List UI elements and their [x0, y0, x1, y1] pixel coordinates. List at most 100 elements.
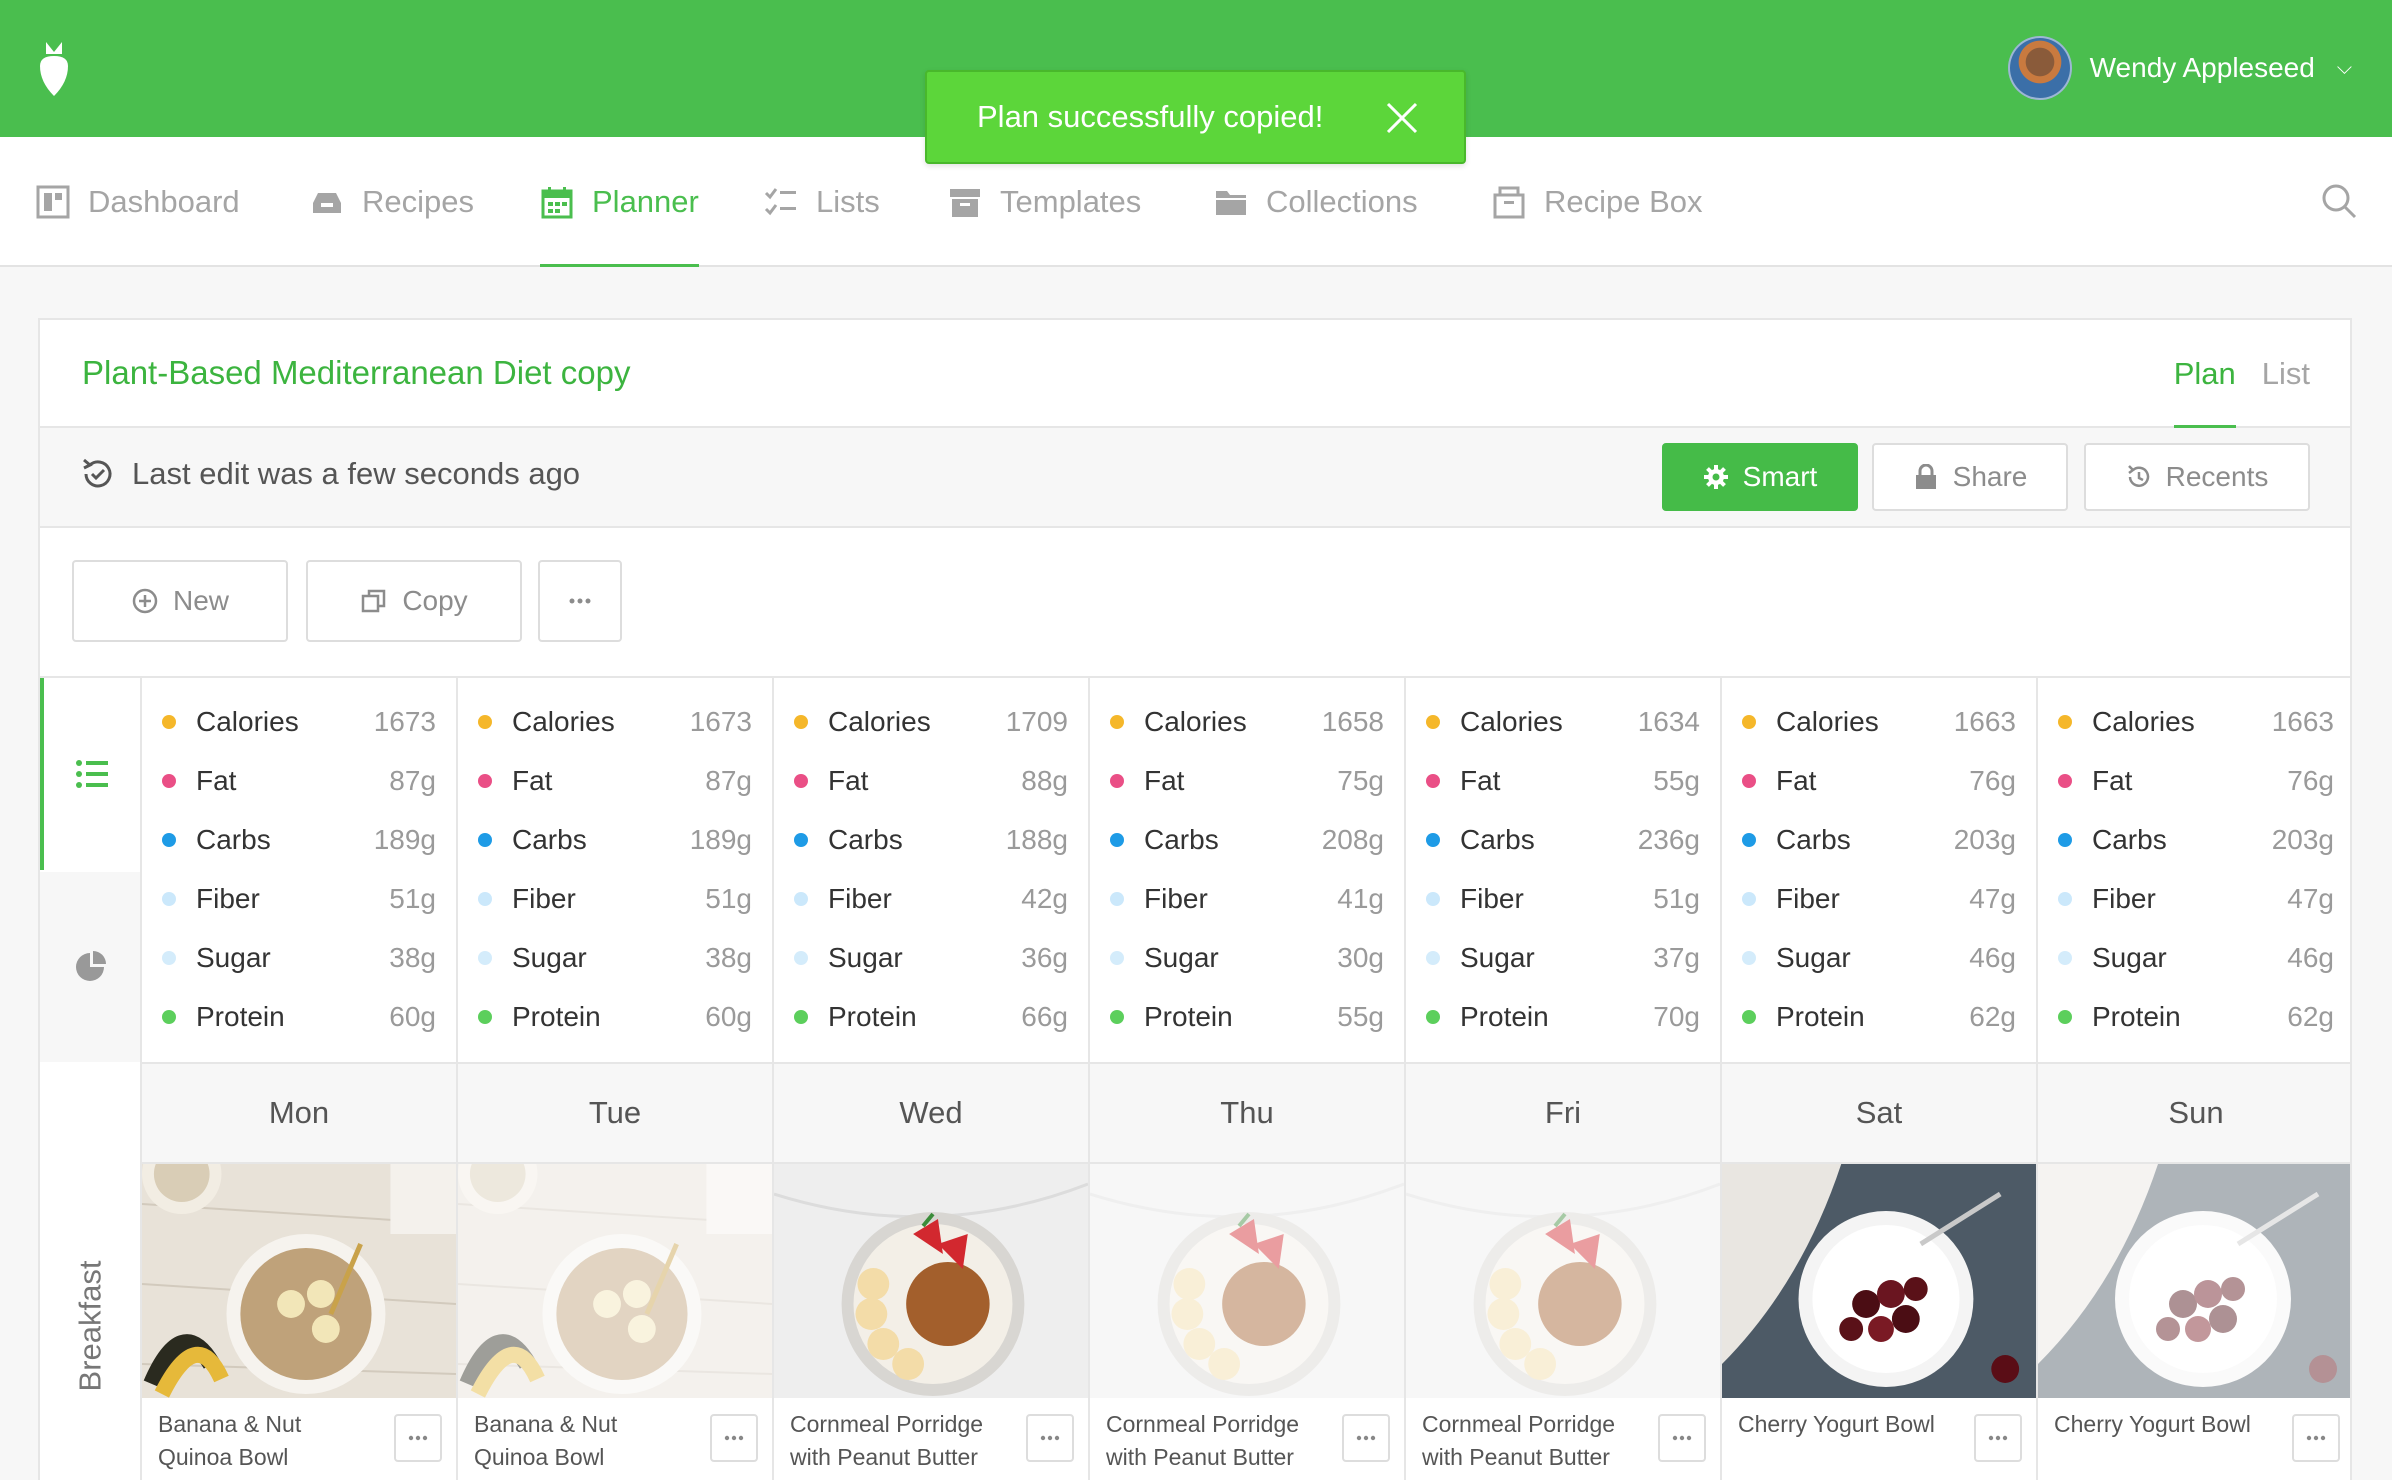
nutrient-value: 47g [1969, 882, 2016, 914]
nutrient-dot-icon [1742, 1009, 1756, 1024]
plan-title[interactable]: Plant-Based Mediterranean Diet copy [82, 354, 630, 392]
recipe-name[interactable]: Cornmeal Porridge with Peanut Butter [1422, 1408, 1642, 1474]
nutrient-label: Sugar [1460, 941, 1535, 973]
ellipsis-icon [1672, 1435, 1692, 1441]
recents-button[interactable]: Recents [2084, 443, 2310, 511]
nutrient-row: Calories 1634 [1406, 692, 1720, 751]
new-label: New [172, 585, 229, 616]
calendar-icon [541, 187, 573, 219]
nutrient-dot-icon [794, 950, 808, 965]
recipe-more-button[interactable] [394, 1414, 442, 1462]
nutrient-value: 75g [1337, 764, 1384, 796]
search-icon[interactable] [2320, 182, 2358, 220]
nutrient-row: Calories 1673 [458, 692, 772, 751]
recipe-photo[interactable] [1090, 1164, 1404, 1398]
nutrient-value: 62g [2287, 1000, 2334, 1032]
nutrient-value: 236g [1637, 823, 1700, 855]
more-options-button[interactable] [538, 560, 622, 642]
nav-recipes[interactable]: Recipes [310, 137, 474, 267]
recipe-name[interactable]: Banana & Nut Quinoa Bowl [158, 1408, 378, 1474]
lock-icon [1915, 464, 1936, 489]
smart-button[interactable]: Smart [1662, 443, 1858, 511]
carrot-logo-icon[interactable] [36, 38, 72, 98]
recipe-photo[interactable] [458, 1164, 772, 1398]
recipe-photo[interactable] [1406, 1164, 1720, 1398]
new-button[interactable]: New [72, 560, 288, 642]
nutrient-dot-icon [2058, 891, 2072, 906]
nutrient-label: Protein [196, 1000, 285, 1032]
recipe-name[interactable]: Cherry Yogurt Bowl [1738, 1408, 1958, 1441]
nav-label: Collections [1266, 184, 1418, 219]
nutrient-label: Protein [1144, 1000, 1233, 1032]
nav-dashboard[interactable]: Dashboard [36, 137, 240, 267]
copy-button[interactable]: Copy [306, 560, 522, 642]
nutrient-dot-icon [1110, 832, 1124, 847]
close-icon[interactable] [1384, 100, 1420, 136]
nutrient-dot-icon [478, 1009, 492, 1024]
recipe-photo[interactable] [2038, 1164, 2350, 1398]
nutrient-label: Fiber [1460, 882, 1524, 914]
recipe-more-button[interactable] [710, 1414, 758, 1462]
planner-grid: Breakfast Calories 1673 Fat 87g Carbs 189g Fib… [40, 676, 2350, 1480]
ellipsis-icon [408, 1435, 428, 1441]
nutrient-label: Fiber [512, 882, 576, 914]
nutrient-label: Calories [1776, 705, 1879, 737]
nutrient-row: Sugar 37g [1406, 928, 1720, 987]
day-name: Tue [458, 1064, 772, 1164]
nav-recipe-box[interactable]: Recipe Box [1492, 137, 1703, 267]
nutrient-dot-icon [478, 714, 492, 729]
nutrient-row: Protein 62g [2038, 987, 2350, 1046]
nutrition-list-tab[interactable] [40, 678, 140, 870]
nutrient-value: 47g [2287, 882, 2334, 914]
nutrition-chart-tab[interactable] [40, 872, 140, 1062]
nutrient-label: Sugar [512, 941, 587, 973]
nutrient-label: Fat [2092, 764, 2133, 796]
nutrient-value: 51g [705, 882, 752, 914]
nutrient-dot-icon [1426, 950, 1440, 965]
user-menu[interactable]: Wendy Appleseed ⌵ [2007, 34, 2352, 102]
recipe-more-button[interactable] [1974, 1414, 2022, 1462]
nav-planner[interactable]: Planner [540, 137, 699, 267]
nutrient-label: Protein [512, 1000, 601, 1032]
recipe-name[interactable]: Cornmeal Porridge with Peanut Butter [1106, 1408, 1326, 1474]
last-edit-text: Last edit was a few seconds ago [132, 456, 581, 491]
nutrient-dot-icon [1742, 950, 1756, 965]
nutrient-value: 188g [1005, 823, 1068, 855]
nutrient-row: Fiber 42g [774, 869, 1088, 928]
nutrient-row: Fiber 47g [1722, 869, 2036, 928]
tab-list[interactable]: List [2262, 320, 2310, 428]
recipe-photo[interactable] [774, 1164, 1088, 1398]
nutrient-row: Fiber 41g [1090, 869, 1404, 928]
share-button[interactable]: Share [1872, 443, 2068, 511]
recipe-name[interactable]: Banana & Nut Quinoa Bowl [474, 1408, 694, 1474]
nutrient-dot-icon [478, 773, 492, 788]
cherry-yogurt-bowl-image [2038, 1164, 2350, 1398]
ellipsis-icon [1040, 1435, 1060, 1441]
recipe-more-button[interactable] [1658, 1414, 1706, 1462]
nutrient-value: 189g [373, 823, 436, 855]
nav-lists[interactable]: Lists [764, 137, 880, 267]
nutrient-dot-icon [794, 714, 808, 729]
nutrient-dot-icon [1426, 832, 1440, 847]
nutrient-value: 51g [389, 882, 436, 914]
nav-label: Planner [592, 184, 699, 219]
nutrient-dot-icon [2058, 950, 2072, 965]
recipe-photo[interactable] [1722, 1164, 2036, 1398]
meal-slot: Banana & Nut Quinoa Bowl [458, 1164, 772, 1480]
nutrient-dot-icon [794, 773, 808, 788]
nutrient-row: Carbs 236g [1406, 810, 1720, 869]
nutrient-row: Protein 55g [1090, 987, 1404, 1046]
recipe-more-button[interactable] [1342, 1414, 1390, 1462]
recipe-name[interactable]: Cherry Yogurt Bowl [2054, 1408, 2274, 1441]
meal-slot: Cornmeal Porridge with Peanut Butter [1406, 1164, 1720, 1480]
recipe-photo[interactable] [142, 1164, 456, 1398]
recipe-name[interactable]: Cornmeal Porridge with Peanut Butter [790, 1408, 1010, 1474]
recipe-more-button[interactable] [1026, 1414, 1074, 1462]
nutrient-label: Carbs [512, 823, 587, 855]
nutrient-label: Fiber [1144, 882, 1208, 914]
recipe-more-button[interactable] [2292, 1414, 2340, 1462]
nutrient-value: 55g [1653, 764, 1700, 796]
nutrient-label: Sugar [2092, 941, 2167, 973]
nutrient-dot-icon [1742, 773, 1756, 788]
tab-plan[interactable]: Plan [2173, 320, 2236, 428]
